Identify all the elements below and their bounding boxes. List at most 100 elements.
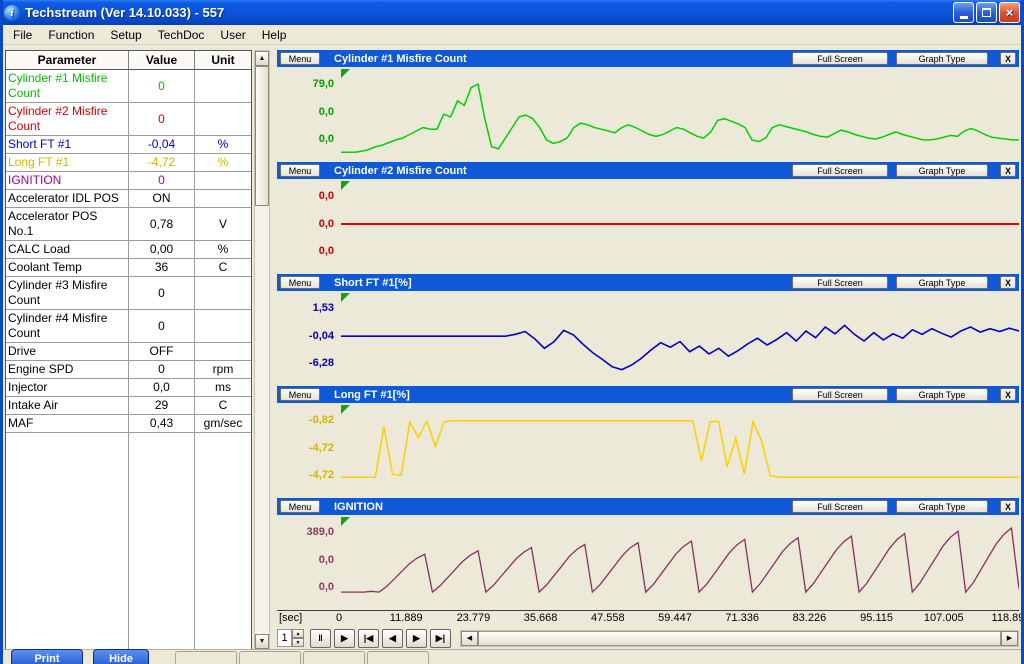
playback-skip-end-button[interactable]: ▶| — [430, 629, 451, 648]
graph-close-button[interactable]: X — [1000, 164, 1016, 177]
table-row: Long FT #1-4,72% — [6, 154, 251, 172]
graph-header: Menu Short FT #1[%] Full Screen Graph Type X — [277, 274, 1019, 291]
y-axis-labels: -0,82-4,72-4,72 — [277, 403, 339, 493]
full-screen-button[interactable]: Full Screen — [792, 52, 888, 65]
table-row: IGNITION0 — [6, 172, 251, 190]
menu-item-user[interactable]: User — [212, 26, 253, 44]
scroll-down-arrow-icon[interactable]: ▼ — [255, 634, 269, 649]
graph-close-button[interactable]: X — [1000, 388, 1016, 401]
spinner-up-icon[interactable]: ▲ — [292, 629, 304, 638]
playback-step-forward-button[interactable]: ▶ — [406, 629, 427, 648]
hscrollbar-track[interactable] — [478, 631, 1001, 646]
scrollbar-track[interactable] — [255, 66, 269, 634]
playback-skip-start-button[interactable]: |◀ — [358, 629, 379, 648]
menu-item-function[interactable]: Function — [40, 26, 102, 44]
y-axis-label: -4,72 — [309, 469, 334, 481]
graph-header: MenuCylinder #2 Misfire CountFull Screen… — [277, 162, 1019, 179]
frame-spinner-arrows: ▲ ▼ — [292, 629, 304, 647]
parameter-cell: Accelerator POS No.1 — [6, 208, 129, 241]
vertical-scrollbar[interactable]: ▲ ▼ — [254, 50, 270, 650]
time-tick: 107.005 — [924, 612, 964, 624]
parameter-cell: Coolant Temp — [6, 259, 129, 277]
scroll-right-arrow-icon[interactable]: ▶ — [1001, 631, 1018, 646]
graph-type-button[interactable]: Graph Type — [896, 500, 988, 513]
playback-play-button[interactable]: ▶ — [334, 629, 355, 648]
graph-type-button[interactable]: Graph Type — [896, 276, 988, 289]
graph-panel-1: MenuCylinder #1 Misfire CountFull Screen… — [277, 50, 1019, 157]
full-screen-button[interactable]: Full Screen — [792, 276, 888, 289]
graph-close-button[interactable]: X — [1000, 500, 1016, 513]
scroll-up-arrow-icon[interactable]: ▲ — [255, 51, 269, 66]
time-tick: 0 — [336, 612, 342, 624]
full-screen-button[interactable]: Full Screen — [792, 164, 888, 177]
scrollbar-thumb[interactable] — [255, 66, 269, 206]
time-tick: 95.115 — [860, 612, 893, 624]
y-axis-label: -0,82 — [309, 414, 334, 426]
y-axis-label: 0,0 — [319, 218, 334, 230]
graph-plot-area: 79,00,00,0 — [277, 67, 1019, 157]
time-tick: 35.668 — [524, 612, 558, 624]
unit-cell: rpm — [195, 361, 251, 379]
parameter-cell: CALC Load — [6, 241, 129, 259]
menu-item-help[interactable]: Help — [254, 26, 295, 44]
graph-menu-button[interactable]: Menu — [280, 388, 320, 401]
parameter-cell: Cylinder #1 Misfire Count — [6, 70, 129, 103]
graph-title: Short FT #1[%] — [334, 277, 412, 289]
unit-cell — [195, 343, 251, 361]
graph-close-button[interactable]: X — [1000, 52, 1016, 65]
print-button[interactable]: Print — [11, 649, 83, 664]
unit-cell — [195, 277, 251, 310]
time-tick: 83.226 — [793, 612, 827, 624]
maximize-button[interactable] — [976, 2, 997, 23]
bottom-tab[interactable] — [303, 651, 365, 664]
frame-spinner[interactable]: 1 ▲ ▼ — [277, 629, 304, 647]
graph-menu-button[interactable]: Menu — [280, 52, 320, 65]
graph-header: MenuIGNITIONFull ScreenGraph TypeX — [277, 498, 1019, 515]
spinner-down-icon[interactable]: ▼ — [292, 638, 304, 647]
hscrollbar-thumb[interactable] — [478, 631, 1001, 646]
menu-item-file[interactable]: File — [5, 26, 40, 44]
horizontal-scrollbar[interactable]: ◀ ▶ — [460, 630, 1019, 647]
window-title: Techstream (Ver 14.10.033) - 557 — [25, 5, 953, 20]
full-screen-button[interactable]: Full Screen — [792, 500, 888, 513]
title-bar: i Techstream (Ver 14.10.033) - 557 × — [0, 0, 1024, 25]
graph-menu-button[interactable]: Menu — [280, 276, 320, 289]
value-cell: 0,0 — [129, 379, 195, 397]
table-row: Cylinder #2 Misfire Count0 — [6, 103, 251, 136]
table-row: DriveOFF — [6, 343, 251, 361]
graph-plot-area: 389,00,00,0 — [277, 515, 1019, 605]
parameter-cell: Cylinder #2 Misfire Count — [6, 103, 129, 136]
minimize-button[interactable] — [953, 2, 974, 23]
hide-button[interactable]: Hide — [93, 649, 149, 664]
playback-step-back-button[interactable]: ◀ — [382, 629, 403, 648]
menu-item-techdoc[interactable]: TechDoc — [150, 26, 213, 44]
table-empty-area — [6, 433, 251, 649]
graph-close-button[interactable]: X — [1000, 276, 1016, 289]
menu-bar: FileFunctionSetupTechDocUserHelp — [3, 25, 1021, 45]
graph-type-button[interactable]: Graph Type — [896, 164, 988, 177]
graph-type-button[interactable]: Graph Type — [896, 52, 988, 65]
techstream-window: i Techstream (Ver 14.10.033) - 557 × Fil… — [0, 0, 1024, 664]
table-row: Engine SPD0rpm — [6, 361, 251, 379]
graph-menu-button[interactable]: Menu — [280, 500, 320, 513]
scroll-left-arrow-icon[interactable]: ◀ — [461, 631, 478, 646]
time-tick: 47.558 — [591, 612, 625, 624]
graph-menu-button[interactable]: Menu — [280, 164, 320, 177]
value-cell: OFF — [129, 343, 195, 361]
window-controls: × — [953, 2, 1020, 23]
close-button[interactable]: × — [999, 2, 1020, 23]
app-icon: i — [4, 5, 20, 21]
bottom-tab[interactable] — [175, 651, 237, 664]
bottom-tab[interactable] — [367, 651, 429, 664]
full-screen-button[interactable]: Full Screen — [792, 388, 888, 401]
time-axis: [sec] 011.88923.77935.66847.55859.44771.… — [277, 610, 1019, 625]
y-axis-labels: 389,00,00,0 — [277, 515, 339, 605]
bottom-tab[interactable] — [239, 651, 301, 664]
time-tick: 118.894 — [992, 612, 1024, 624]
graph-type-button[interactable]: Graph Type — [896, 388, 988, 401]
y-axis-labels: 1,53-0,04-6,28 — [277, 291, 339, 381]
time-tick: 23.779 — [457, 612, 491, 624]
table-header-unit: Unit — [195, 51, 251, 70]
playback-pause-button[interactable]: ‖ — [310, 629, 331, 648]
menu-item-setup[interactable]: Setup — [102, 26, 149, 44]
